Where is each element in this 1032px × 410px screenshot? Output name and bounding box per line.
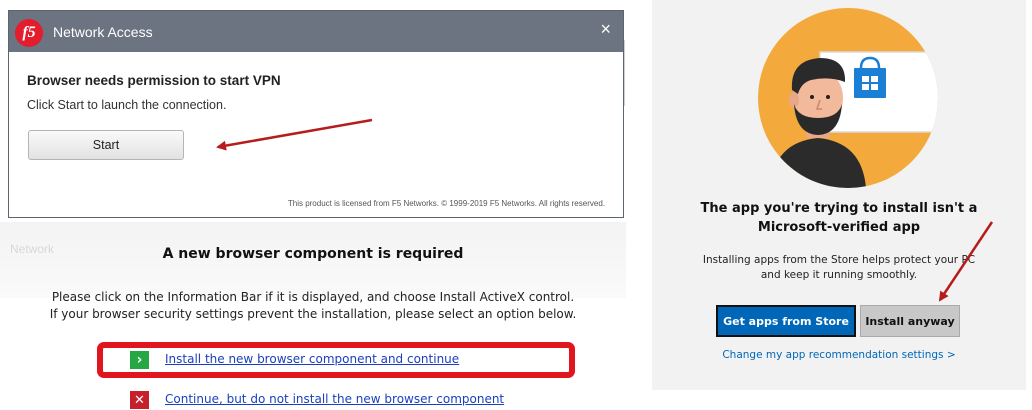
install-anyway-button[interactable]: Install anyway [860, 305, 960, 337]
store-warning-title-line2: Microsoft-verified app [757, 220, 921, 235]
dialog-heading: Browser needs permission to start VPN [27, 73, 281, 88]
skip-component-link[interactable]: Continue, but do not install the new bro… [165, 392, 504, 406]
store-warning-title-line1: The app you're trying to install isn't a [700, 201, 978, 216]
store-warning-body: Installing apps from the Store helps pro… [652, 253, 1026, 283]
dialog-titlebar: f5 Network Access × [9, 11, 623, 52]
install-component-link[interactable]: Install the new browser component and co… [165, 352, 459, 366]
component-instructions-line1: Please click on the Information Bar if i… [51, 290, 575, 304]
store-warning-panel: The app you're trying to install isn't a… [652, 0, 1026, 390]
store-warning-title: The app you're trying to install isn't a… [652, 199, 1026, 237]
f5-logo-icon: f5 [15, 19, 43, 47]
chevron-right-icon[interactable]: › [130, 351, 149, 369]
close-icon[interactable]: × [600, 20, 611, 38]
divider [624, 40, 625, 106]
network-access-dialog: f5 Network Access × Browser needs permis… [8, 10, 624, 218]
person-with-store-illustration [770, 51, 938, 188]
x-icon[interactable]: ✕ [130, 391, 149, 409]
component-instructions-line2: If your browser security settings preven… [49, 307, 577, 321]
start-button[interactable]: Start [28, 130, 184, 160]
store-warning-body-line2: and keep it running smoothly. [760, 269, 918, 281]
app-recommendation-settings-link[interactable]: Change my app recommendation settings > [652, 349, 1026, 361]
dialog-instructions: Click Start to launch the connection. [27, 98, 227, 112]
component-heading: A new browser component is required [162, 246, 464, 262]
store-warning-body-line1: Installing apps from the Store helps pro… [702, 254, 976, 266]
get-apps-from-store-button[interactable]: Get apps from Store [716, 305, 856, 337]
hero-illustration [758, 8, 938, 188]
dialog-title: Network Access [53, 24, 153, 40]
license-notice: This product is licensed from F5 Network… [287, 199, 605, 208]
